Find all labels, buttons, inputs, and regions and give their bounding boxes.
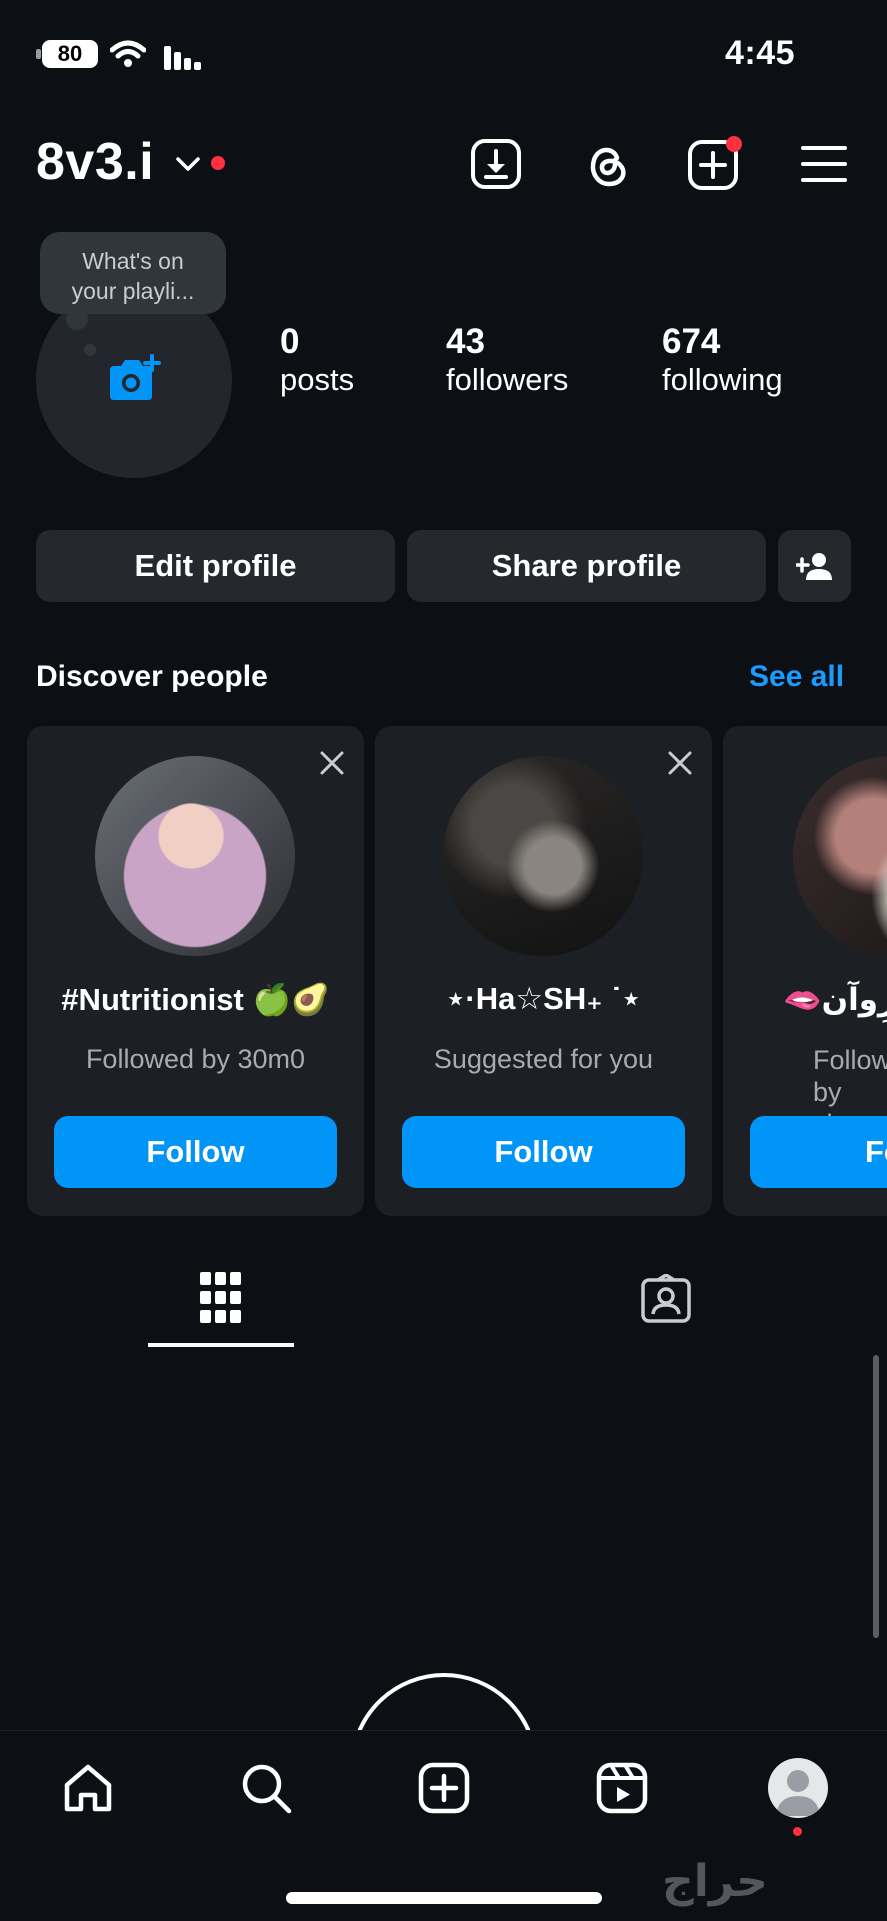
profile-notification-dot <box>793 1827 802 1836</box>
note-bubble-tail <box>84 344 96 356</box>
tagged-tab-icon[interactable] <box>640 1274 692 1324</box>
suggestion-subtitle: Followed by 30m0 <box>85 1044 306 1074</box>
account-username[interactable]: 8v3.i <box>36 132 154 192</box>
threads-button[interactable] <box>578 136 634 192</box>
stat-posts-label: posts <box>280 362 355 397</box>
suggestion-card[interactable]: #Nutritionist 🍏🥑 Followed by 30m0 Follow <box>27 726 364 1216</box>
default-avatar-icon <box>776 1770 820 1816</box>
note-bubble[interactable]: What's on your playli... <box>40 232 226 314</box>
suggestion-avatar[interactable] <box>793 756 887 956</box>
follow-button[interactable]: Follow <box>54 1116 337 1188</box>
download-icon <box>471 139 521 189</box>
account-notification-dot <box>211 156 225 170</box>
suggestion-avatar[interactable] <box>95 756 295 956</box>
see-all-link[interactable]: See all <box>749 660 844 694</box>
home-icon <box>64 1764 112 1812</box>
home-indicator[interactable] <box>286 1892 602 1904</box>
suggestion-card[interactable]: 🫦ﺮِﻭﺁﻥ Followed by sharo Follow <box>723 726 887 1216</box>
close-icon[interactable] <box>317 748 347 778</box>
search-icon <box>242 1764 292 1814</box>
cellular-signal-icon <box>164 46 201 70</box>
suggestion-avatar[interactable] <box>443 756 643 956</box>
create-tab[interactable] <box>412 1756 476 1820</box>
menu-button[interactable] <box>796 136 852 192</box>
status-time: 4:45 <box>725 34 796 72</box>
add-photo-camera-icon[interactable] <box>106 354 162 404</box>
battery-tip <box>36 49 41 59</box>
watermark-logo: حراج <box>662 1857 770 1906</box>
close-icon[interactable] <box>665 748 695 778</box>
plus-square-icon <box>418 1762 470 1814</box>
suggestion-name: ⋆·Ha☆SH₊ ˙⋆ <box>446 981 641 1016</box>
suggestion-name: #Nutritionist 🍏🥑 <box>61 982 330 1017</box>
follow-button[interactable]: Follow <box>750 1116 887 1188</box>
stat-followers-value: 43 <box>446 322 485 361</box>
threads-icon <box>590 147 626 187</box>
stat-following-label: following <box>662 362 783 397</box>
follow-button[interactable]: Follow <box>402 1116 685 1188</box>
posts-grid-tab-icon[interactable] <box>200 1272 242 1324</box>
stat-following[interactable]: 674 following <box>662 322 783 398</box>
share-profile-button[interactable]: Share profile <box>407 530 766 602</box>
saved-download-button[interactable] <box>468 136 524 192</box>
stat-followers[interactable]: 43 followers <box>446 322 568 398</box>
home-tab[interactable] <box>56 1756 120 1820</box>
battery-indicator: 80 <box>42 40 98 68</box>
hamburger-menu-icon <box>801 146 847 182</box>
chevron-down-icon[interactable] <box>175 154 201 174</box>
suggestion-name: 🫦ﺮِﻭﺁﻥ <box>783 982 887 1017</box>
search-tab[interactable] <box>234 1756 298 1820</box>
stat-following-value: 674 <box>662 322 721 361</box>
edit-profile-button[interactable]: Edit profile <box>36 530 395 602</box>
stat-followers-label: followers <box>446 362 569 397</box>
profile-tab-avatar[interactable] <box>768 1758 828 1818</box>
stat-posts-value: 0 <box>280 322 300 361</box>
reels-tab[interactable] <box>590 1756 654 1820</box>
active-tab-underline <box>148 1343 294 1347</box>
scrollbar[interactable] <box>873 1355 879 1638</box>
create-notification-dot <box>726 136 742 152</box>
wifi-icon <box>110 40 146 67</box>
reels-icon <box>596 1762 648 1814</box>
suggestion-card[interactable]: ⋆·Ha☆SH₊ ˙⋆ Suggested for you Follow <box>375 726 712 1216</box>
add-person-icon <box>795 553 832 580</box>
discover-people-toggle-button[interactable] <box>778 530 851 602</box>
discover-people-title: Discover people <box>36 660 268 693</box>
note-bubble-text: What's on your playli... <box>71 248 195 304</box>
suggestion-subtitle: Suggested for you <box>433 1044 654 1074</box>
stat-posts[interactable]: 0 posts <box>280 322 354 398</box>
